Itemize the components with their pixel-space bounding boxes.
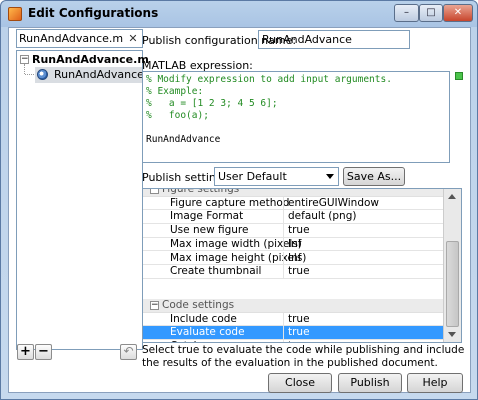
property-cell: Include code xyxy=(143,313,283,326)
table-row[interactable]: Image Format default (png) xyxy=(143,210,443,225)
property-name: Figure capture method xyxy=(170,196,290,209)
edit-configurations-window: Edit Configurations – □ ✕ ✕ − RunAndAdva… xyxy=(0,0,478,400)
file-search-box[interactable]: ✕ xyxy=(16,29,143,48)
value-cell[interactable]: Inf xyxy=(283,251,443,265)
value-cell[interactable]: true xyxy=(283,224,443,238)
property-value: true xyxy=(288,224,310,237)
code-line: % a = [1 2 3; 4 5 6]; xyxy=(146,98,278,109)
property-cell: Create thumbnail xyxy=(143,265,283,278)
table-scrollbar[interactable] xyxy=(443,189,461,342)
status-indicator-icon xyxy=(455,72,463,80)
tree-collapse-icon[interactable]: − xyxy=(20,55,29,64)
property-value: true xyxy=(288,340,310,342)
scroll-thumb[interactable] xyxy=(446,241,459,327)
table-row[interactable]: Figure capture method entireGUIWindow xyxy=(143,196,443,211)
table-row[interactable]: Use new figure true xyxy=(143,224,443,238)
configuration-tree[interactable]: − RunAndAdvance.m RunAndAdvance xyxy=(16,50,149,350)
chevron-down-icon xyxy=(326,174,334,179)
scroll-up-icon[interactable] xyxy=(448,194,456,199)
section-collapse-icon[interactable]: − xyxy=(150,189,159,194)
property-name: Image Format xyxy=(170,210,244,223)
tree-root-item[interactable]: − RunAndAdvance.m xyxy=(17,52,149,68)
property-name: Use new figure xyxy=(170,224,249,237)
property-help-text: Select true to evaluate the code while p… xyxy=(142,344,465,369)
property-value: true xyxy=(288,326,310,339)
tree-root-label: RunAndAdvance.m xyxy=(32,53,149,66)
property-name: Catch error xyxy=(170,340,229,342)
tree-connector xyxy=(24,64,25,74)
scroll-down-icon[interactable] xyxy=(448,332,456,337)
window-title: Edit Configurations xyxy=(28,6,159,20)
property-cell: Catch error xyxy=(143,340,283,342)
section-title: Figure settings xyxy=(162,188,240,195)
tree-item-label: RunAndAdvance xyxy=(54,68,144,81)
title-bar[interactable]: Edit Configurations – □ ✕ xyxy=(1,1,477,27)
property-cell: Max image width (pixels) xyxy=(143,238,302,251)
value-cell[interactable]: true xyxy=(283,340,443,342)
property-value: true xyxy=(288,265,310,278)
property-value: Inf xyxy=(288,251,302,264)
publish-button[interactable]: Publish xyxy=(338,373,402,393)
dialog-body: ✕ − RunAndAdvance.m RunAndAdvance + − ↶ … xyxy=(8,27,471,393)
maximize-button[interactable]: □ xyxy=(419,4,443,22)
value-cell[interactable]: default (png) xyxy=(283,210,443,224)
configuration-icon xyxy=(37,69,48,80)
minimize-button[interactable]: – xyxy=(394,4,419,22)
section-figure-settings[interactable]: − Figure settings xyxy=(143,188,443,197)
tree-item-runandadvance[interactable]: RunAndAdvance xyxy=(35,67,144,83)
remove-configuration-button[interactable]: − xyxy=(35,344,52,360)
publish-settings-table[interactable]: − Figure settings Figure capture method e… xyxy=(142,188,462,343)
property-value: true xyxy=(288,312,310,325)
undo-icon[interactable]: ↶ xyxy=(120,344,137,360)
save-as-button[interactable]: Save As... xyxy=(343,167,405,186)
value-cell[interactable]: entireGUIWindow xyxy=(283,196,443,210)
value-cell[interactable]: Inf xyxy=(283,237,443,251)
value-cell[interactable]: true xyxy=(283,326,443,340)
value-cell[interactable]: true xyxy=(283,265,443,279)
matlab-expression-editor[interactable]: % Modify expression to add input argumen… xyxy=(142,71,450,163)
section-collapse-icon[interactable]: − xyxy=(150,301,159,310)
property-cell: Max image height (pixels) xyxy=(143,252,306,265)
code-line: % foo(a); xyxy=(146,110,209,121)
help-button[interactable]: Help xyxy=(407,373,463,393)
file-search-input[interactable] xyxy=(19,31,125,46)
clear-search-icon[interactable]: ✕ xyxy=(127,31,139,46)
table-row[interactable]: Max image height (pixels) Inf xyxy=(143,251,443,266)
code-line: RunAndAdvance xyxy=(146,134,221,145)
table-row[interactable]: Create thumbnail true xyxy=(143,265,443,279)
property-cell: Evaluate code xyxy=(143,326,283,339)
property-value: entireGUIWindow xyxy=(288,196,380,209)
section-title: Code settings xyxy=(162,299,235,311)
table-row[interactable]: Max image width (pixels) Inf xyxy=(143,237,443,252)
code-line: % Modify expression to add input argumen… xyxy=(146,74,392,85)
property-name: Evaluate code xyxy=(170,326,245,339)
publish-settings-value: User Default xyxy=(218,170,287,183)
table-row[interactable]: Include code true xyxy=(143,312,443,327)
property-cell: Image Format xyxy=(143,210,283,223)
property-name: Create thumbnail xyxy=(170,265,262,278)
property-cell: Use new figure xyxy=(143,224,283,237)
value-cell[interactable]: true xyxy=(283,312,443,326)
close-button[interactable]: Close xyxy=(268,373,332,393)
property-name: Include code xyxy=(170,312,237,325)
close-window-button[interactable]: ✕ xyxy=(443,4,473,22)
publish-settings-dropdown[interactable]: User Default xyxy=(214,167,339,186)
property-cell: Figure capture method xyxy=(143,197,289,210)
app-icon xyxy=(8,7,22,21)
add-configuration-button[interactable]: + xyxy=(17,344,34,360)
config-name-field[interactable]: RunAndAdvance xyxy=(258,30,410,49)
property-value: Inf xyxy=(288,237,302,250)
property-value: default (png) xyxy=(288,210,357,223)
table-row[interactable]: Catch error true xyxy=(143,340,443,342)
section-code-settings[interactable]: − Code settings xyxy=(143,299,443,313)
table-row[interactable]: Evaluate code true xyxy=(143,326,443,341)
code-line: % Example: xyxy=(146,86,204,97)
